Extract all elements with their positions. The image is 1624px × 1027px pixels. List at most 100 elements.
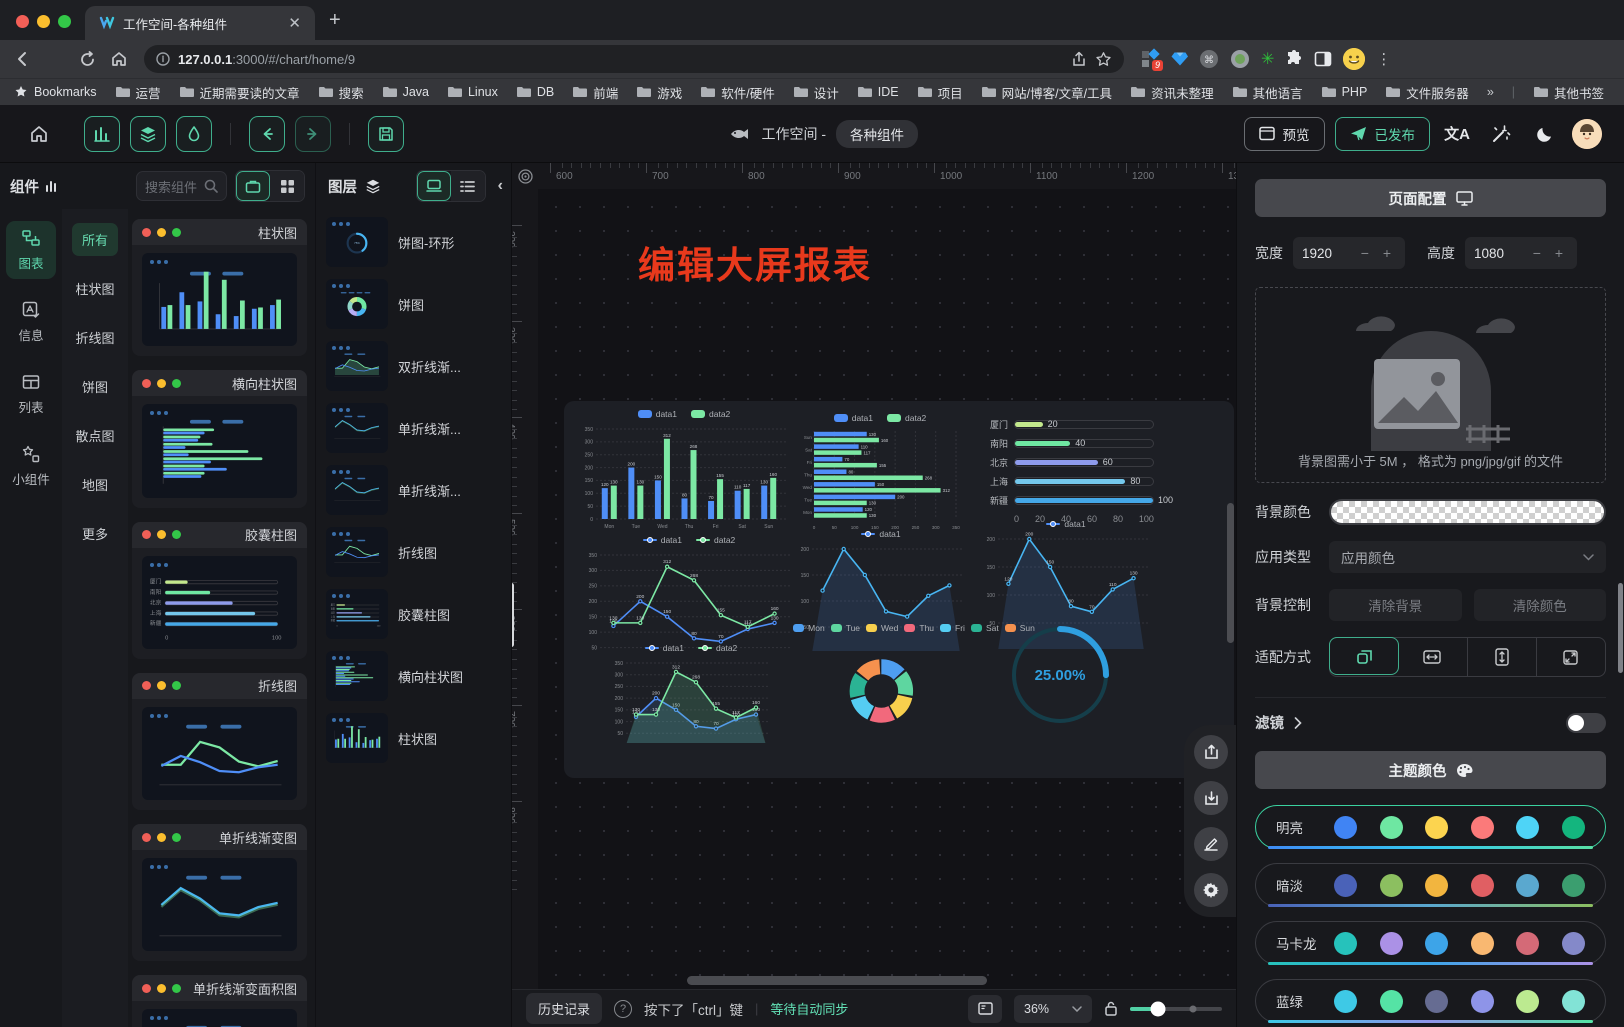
- bookmark-folder[interactable]: 其他语言: [1232, 83, 1303, 102]
- theme-color-dot[interactable]: [1380, 816, 1403, 839]
- layers-view-list-toggle[interactable]: [451, 171, 485, 201]
- history-button[interactable]: 历史记录: [526, 993, 602, 1024]
- bookmark-folder[interactable]: Linux: [447, 85, 498, 99]
- bookmark-folder[interactable]: 软件/硬件: [700, 83, 774, 102]
- minimize-window-button[interactable]: [37, 15, 50, 28]
- layer-item[interactable]: 单折线渐...: [326, 465, 505, 515]
- bookmark-folder[interactable]: 游戏: [636, 83, 682, 102]
- site-info-icon[interactable]: [156, 52, 170, 66]
- category-5[interactable]: 地图: [72, 468, 118, 501]
- share-icon[interactable]: [1071, 51, 1087, 67]
- category-6[interactable]: 更多: [72, 517, 118, 550]
- filter-panel-toggle-button[interactable]: [176, 116, 212, 152]
- rail-item-3[interactable]: 小组件: [6, 437, 56, 495]
- publish-button[interactable]: 已发布: [1335, 117, 1431, 151]
- ruler-visibility-eye-icon[interactable]: [512, 163, 538, 189]
- theme-color-header[interactable]: 主题颜色: [1255, 751, 1606, 789]
- clear-color-button[interactable]: 清除颜色: [1474, 589, 1607, 621]
- project-name-badge[interactable]: 各种组件: [836, 120, 918, 148]
- theme-color-dot[interactable]: [1334, 990, 1357, 1013]
- chart-panel-toggle-button[interactable]: [84, 116, 120, 152]
- theme-color-dot[interactable]: [1334, 874, 1357, 897]
- bookmark-star-icon[interactable]: [1095, 51, 1112, 68]
- bookmark-folder[interactable]: 资讯未整理: [1130, 83, 1214, 102]
- category-0[interactable]: 所有: [72, 223, 118, 256]
- component-card-area[interactable]: 单折线渐变面积图: [132, 975, 307, 1027]
- maximize-window-button[interactable]: [58, 15, 71, 28]
- browser-tab[interactable]: 工作空间-各种组件 ✕: [85, 6, 315, 40]
- dashboard-chart-hbar[interactable]: data1data2050100150200250300350Mon120130…: [794, 411, 966, 531]
- bookmark-folder[interactable]: IDE: [857, 85, 899, 99]
- component-card-bar[interactable]: 柱状图: [132, 219, 307, 356]
- theme-color-dot[interactable]: [1334, 932, 1357, 955]
- bookmark-folder[interactable]: 前端: [572, 83, 618, 102]
- bookmarks-overflow-chevron[interactable]: »: [1487, 85, 1494, 99]
- dashboard-preview[interactable]: data1data2050100150200250300350120200150…: [564, 401, 1234, 778]
- close-window-button[interactable]: [16, 15, 29, 28]
- layer-item[interactable]: 双折线渐...: [326, 341, 505, 391]
- dashboard-chart-progress[interactable]: 25.00%: [1002, 617, 1118, 733]
- theme-color-dot[interactable]: [1334, 816, 1357, 839]
- layer-item[interactable]: 折线图: [326, 527, 505, 577]
- width-stepper[interactable]: 1920− +: [1293, 237, 1405, 269]
- rail-item-1[interactable]: 信息: [6, 293, 56, 351]
- browser-profile-avatar[interactable]: [1343, 48, 1365, 70]
- other-bookmarks[interactable]: 其他书签: [1533, 83, 1604, 102]
- app-type-select[interactable]: 应用颜色: [1329, 541, 1606, 573]
- fit-width-option[interactable]: [1398, 638, 1467, 676]
- component-card-hbar[interactable]: 横向柱状图: [132, 370, 307, 507]
- tab-manager-extension-icon[interactable]: 9: [1142, 50, 1160, 68]
- category-3[interactable]: 饼图: [72, 370, 118, 403]
- theme-color-dot[interactable]: [1562, 816, 1585, 839]
- zoom-level-select[interactable]: 36%: [1014, 995, 1092, 1023]
- theme-color-dot[interactable]: [1471, 932, 1494, 955]
- dark-mode-moon-icon[interactable]: [1528, 117, 1562, 151]
- dashboard-chart-pie[interactable]: MonTueWedThuFriSatSun: [816, 621, 1012, 749]
- theme-color-dot[interactable]: [1425, 990, 1448, 1013]
- theme-option-2[interactable]: 马卡龙: [1255, 921, 1606, 965]
- layers-view-thumbnail-toggle[interactable]: [417, 171, 451, 201]
- green-dot-extension-icon[interactable]: [1230, 49, 1250, 69]
- address-bar[interactable]: 127.0.0.1:3000/#/chart/home/9: [144, 45, 1124, 73]
- bookmark-folder[interactable]: PHP: [1321, 85, 1368, 99]
- undo-button[interactable]: [249, 116, 285, 152]
- category-2[interactable]: 折线图: [65, 321, 124, 354]
- theme-color-dot[interactable]: [1380, 932, 1403, 955]
- rail-item-2[interactable]: 列表: [6, 365, 56, 423]
- green-star-extension-icon[interactable]: ✳: [1261, 49, 1274, 69]
- theme-color-dot[interactable]: [1425, 874, 1448, 897]
- magic-wand-icon[interactable]: [1484, 117, 1518, 151]
- lock-icon[interactable]: [1104, 1000, 1118, 1017]
- bookmark-folder[interactable]: 搜索: [318, 83, 364, 102]
- dashboard-title-text[interactable]: 编辑大屏报表: [638, 235, 872, 289]
- forward-button[interactable]: [42, 46, 68, 72]
- zoom-slider-knob[interactable]: [1150, 1001, 1165, 1016]
- theme-color-dot[interactable]: [1380, 874, 1403, 897]
- theme-color-dot[interactable]: [1516, 816, 1539, 839]
- background-upload-dropzone[interactable]: 背景图需小于 5M ， 格式为 png/jpg/gif 的文件: [1255, 287, 1606, 483]
- theme-color-dot[interactable]: [1471, 990, 1494, 1013]
- extensions-puzzle-icon[interactable]: [1285, 50, 1303, 68]
- filter-toggle[interactable]: [1566, 713, 1606, 733]
- theme-option-0[interactable]: 明亮: [1255, 805, 1606, 849]
- bookmark-folder[interactable]: Java: [382, 85, 429, 99]
- layer-item[interactable]: 厦门南阳北京上海新疆0100 胶囊柱图: [326, 589, 505, 639]
- theme-color-dot[interactable]: [1562, 874, 1585, 897]
- gem-extension-icon[interactable]: [1171, 51, 1188, 67]
- theme-color-dot[interactable]: [1471, 816, 1494, 839]
- component-search-input[interactable]: 搜索组件: [136, 171, 227, 201]
- bookmarks-root[interactable]: Bookmarks: [14, 85, 97, 99]
- page-config-header[interactable]: 页面配置: [1255, 179, 1606, 217]
- browser-menu-icon[interactable]: ⋮: [1376, 50, 1391, 68]
- theme-color-dot[interactable]: [1425, 816, 1448, 839]
- preview-button[interactable]: 预览: [1244, 117, 1325, 151]
- user-avatar[interactable]: [1572, 119, 1602, 149]
- layer-item[interactable]: 饼图: [326, 279, 505, 329]
- bookmark-folder[interactable]: DB: [516, 85, 554, 99]
- component-card-line[interactable]: 折线图: [132, 673, 307, 810]
- rail-item-0[interactable]: 图表: [6, 221, 56, 279]
- theme-color-dot[interactable]: [1471, 874, 1494, 897]
- app-home-icon[interactable]: [22, 117, 56, 151]
- bg-color-swatch[interactable]: [1329, 499, 1606, 525]
- component-view-toggle-grid[interactable]: [270, 171, 304, 201]
